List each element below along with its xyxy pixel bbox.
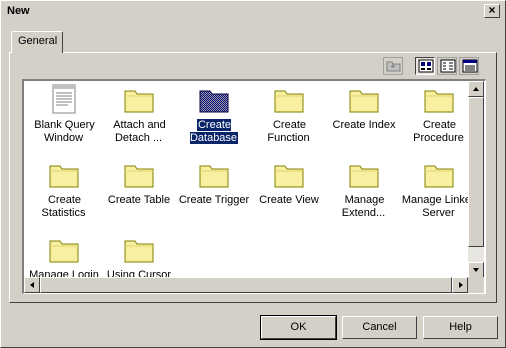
horizontal-scrollbar[interactable]: [24, 277, 468, 293]
template-item-text: Create Database: [188, 118, 240, 145]
new-dialog: New × General Blank Query Window Attach …: [0, 0, 506, 348]
template-item-text: Create Index: [332, 119, 396, 131]
scroll-left-button[interactable]: [24, 277, 40, 293]
large-icons-view-button[interactable]: [415, 57, 435, 75]
details-view-button[interactable]: [459, 57, 479, 75]
template-item-label: Create View: [249, 194, 329, 207]
template-item-text: Create Trigger: [178, 194, 250, 206]
folder-icon: [423, 158, 455, 190]
template-item-label: Create Statistics: [24, 194, 104, 220]
up-folder-button[interactable]: [383, 57, 403, 75]
folder-icon: [273, 83, 305, 115]
template-item-text: Create View: [259, 194, 319, 206]
scroll-right-button[interactable]: [452, 277, 468, 293]
arrow-up-icon: [473, 87, 479, 91]
template-item-text: Create Procedure: [413, 119, 464, 144]
folder-icon: [348, 83, 380, 115]
cancel-button[interactable]: Cancel: [342, 316, 417, 339]
vertical-scroll-thumb[interactable]: [468, 97, 484, 247]
template-item-label: Create Trigger: [174, 194, 254, 207]
close-button[interactable]: ×: [484, 4, 500, 18]
details-view-icon: [462, 59, 478, 73]
scroll-up-button[interactable]: [468, 81, 484, 97]
folder-icon: [198, 83, 230, 115]
window-title: New: [7, 5, 30, 17]
tab-general-label: General: [18, 35, 58, 47]
tab-general[interactable]: General: [11, 31, 63, 53]
folder-icon: [48, 233, 80, 265]
ok-button[interactable]: OK: [260, 315, 337, 340]
template-item-label: Manage Linked Server: [399, 194, 479, 220]
title-bar[interactable]: New ×: [3, 3, 503, 21]
template-item-text: Create Table: [107, 194, 171, 206]
template-item-text: Blank Query Window: [34, 119, 95, 144]
horizontal-scroll-thumb[interactable]: [40, 277, 452, 293]
folder-icon: [423, 83, 455, 115]
template-item-label: Create Table: [99, 194, 179, 207]
folder-icon: [273, 158, 305, 190]
template-item-label: Blank Query Window: [24, 119, 104, 145]
folder-icon: [123, 158, 155, 190]
template-item-label: Attach and Detach ...: [99, 119, 179, 145]
document-icon: [48, 83, 80, 115]
vertical-scrollbar[interactable]: [468, 81, 484, 278]
large-icons-view-icon: [418, 59, 434, 73]
folder-icon: [123, 83, 155, 115]
template-item-label: Create Index: [324, 119, 404, 132]
arrow-right-icon: [459, 282, 463, 288]
template-item-label: Create Database: [174, 118, 254, 145]
help-button[interactable]: Help: [423, 316, 498, 339]
template-item-text: Create Statistics: [41, 194, 86, 219]
small-icons-view-button[interactable]: [437, 57, 457, 75]
template-item-text: Manage Linked Server: [401, 194, 478, 219]
template-item-text: Create Function: [267, 119, 310, 144]
small-icons-view-icon: [440, 59, 456, 73]
template-item-label: Create Procedure: [399, 119, 479, 145]
arrow-left-icon: [30, 282, 34, 288]
folder-icon: [198, 158, 230, 190]
folder-icon: [123, 233, 155, 265]
scroll-corner: [468, 277, 484, 293]
template-item-label: Manage Extend...: [324, 194, 404, 220]
template-item-text: Attach and Detach ...: [113, 119, 166, 144]
arrow-down-icon: [473, 268, 479, 272]
folder-icon: [48, 158, 80, 190]
template-item-text: Manage Extend...: [341, 194, 386, 219]
template-item-label: Create Function: [249, 119, 329, 145]
up-folder-icon: [386, 61, 401, 72]
scroll-down-button[interactable]: [468, 262, 484, 278]
template-list[interactable]: Blank Query Window Attach and Detach ... C…: [22, 79, 486, 294]
folder-icon: [348, 158, 380, 190]
